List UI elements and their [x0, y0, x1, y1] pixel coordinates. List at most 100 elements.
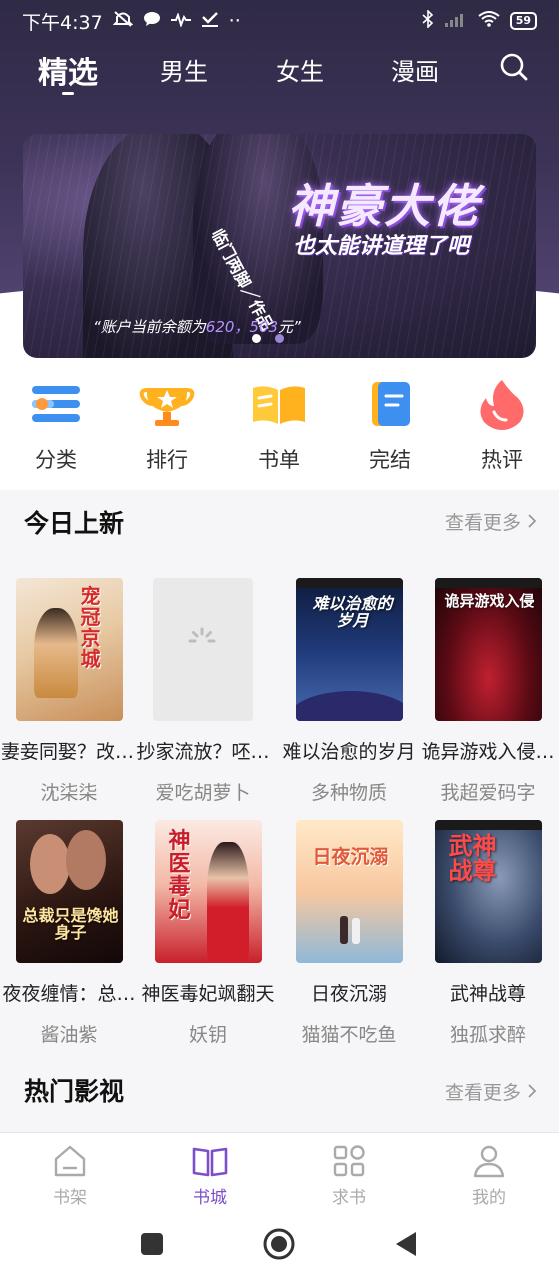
- open-book-icon: [192, 1143, 228, 1179]
- book-cover: 神医毒妃: [154, 820, 262, 963]
- book-author: 多种物质: [310, 782, 387, 804]
- quick-nav: 分类 排行 书单 完结 热评: [0, 360, 559, 490]
- download-done-icon: [201, 11, 219, 31]
- book-cover: [153, 578, 253, 721]
- book-card[interactable]: 抄家流放？呸… 爱吃胡萝卜: [135, 578, 271, 805]
- loading-spinner-icon: [187, 626, 217, 660]
- quick-nav-finished[interactable]: 完结: [350, 376, 430, 474]
- book-title: 夜夜缠情：总…: [2, 983, 136, 1005]
- bookshelf-icon: [52, 1143, 88, 1179]
- cover-title: 武神战尊: [448, 832, 497, 886]
- recent-apps-button[interactable]: [140, 1232, 164, 1260]
- book-title: 抄家流放？呸…: [136, 741, 270, 763]
- see-more-link[interactable]: 查看更多: [445, 1078, 537, 1105]
- banner-dot-active[interactable]: [252, 334, 261, 343]
- see-more-label: 查看更多: [444, 1082, 521, 1104]
- nav-bookstore[interactable]: 书城: [170, 1143, 250, 1208]
- cover-title: 总裁只是馋她身子: [22, 906, 119, 942]
- quick-nav-category[interactable]: 分类: [16, 376, 96, 474]
- book-title: 难以治愈的岁月: [282, 741, 416, 763]
- book-title: 日夜沉溺: [310, 983, 387, 1005]
- search-icon[interactable]: [499, 52, 529, 82]
- quick-nav-label: 书单: [258, 448, 300, 472]
- signal-icon: [444, 11, 468, 31]
- nav-label: 书架: [53, 1188, 87, 1208]
- cover-title: 难以治愈的岁月: [312, 594, 393, 630]
- book-cover: 武神战尊: [434, 820, 542, 963]
- status-bar: 下午4:37 ·· 59: [0, 0, 559, 42]
- flame-icon: [474, 376, 530, 432]
- book-cover: 宠冠京城: [15, 578, 123, 721]
- book-author: 我超爱码字: [440, 782, 536, 804]
- book-title: 妻妾同娶？改嫁…: [1, 741, 137, 763]
- today-new-section: 今日上新 查看更多 宠冠京城 妻妾同娶？改嫁… 沈柒柒 抄家流放？呸: [0, 490, 559, 1050]
- battery-indicator: 59: [509, 12, 537, 30]
- cover-title: 神医毒妃: [168, 829, 191, 924]
- quick-nav-label: 排行: [146, 448, 188, 472]
- book-author: 酱油紫: [40, 1024, 98, 1046]
- quick-nav-label: 热评: [481, 448, 523, 472]
- wifi-icon: [478, 11, 500, 31]
- tab-featured[interactable]: 精选: [38, 48, 98, 92]
- home-button[interactable]: [263, 1228, 295, 1264]
- nav-profile[interactable]: 我的: [449, 1143, 529, 1208]
- bluetooth-icon: [422, 9, 434, 32]
- book-cover: 难以治愈的岁月: [295, 578, 403, 721]
- book-card[interactable]: 神医毒妃 神医毒妃飒翻天 妖钥: [140, 820, 276, 1047]
- see-more-label: 查看更多: [444, 512, 521, 534]
- user-icon: [471, 1143, 507, 1179]
- book-title: 诡异游戏入侵…: [421, 741, 555, 763]
- top-tab-bar: 精选 男生 女生 漫画: [0, 44, 559, 98]
- quick-nav-label: 分类: [35, 448, 77, 472]
- back-button[interactable]: [394, 1230, 418, 1262]
- book-author: 爱吃胡萝卜: [155, 782, 251, 804]
- book-author: 妖钥: [188, 1024, 227, 1046]
- book-card[interactable]: 难以治愈的岁月 难以治愈的岁月 多种物质: [281, 578, 417, 805]
- quick-nav-label: 完结: [369, 448, 411, 472]
- active-tab-indicator: [62, 92, 74, 95]
- tab-male[interactable]: 男生: [160, 52, 208, 87]
- quick-nav-hot-comments[interactable]: 热评: [462, 376, 542, 474]
- banner-dot[interactable]: [275, 334, 284, 343]
- finished-book-icon: [362, 376, 418, 432]
- status-time: 下午4:37: [22, 11, 103, 34]
- nav-bookshelf[interactable]: 书架: [30, 1143, 110, 1208]
- tab-comics[interactable]: 漫画: [391, 52, 439, 87]
- category-icon: [28, 376, 84, 432]
- cover-title: 诡异游戏入侵: [444, 592, 535, 610]
- book-card[interactable]: 诡异游戏入侵 诡异游戏入侵… 我超爱码字: [420, 578, 556, 805]
- quick-nav-booklist[interactable]: 书单: [239, 376, 319, 474]
- section-title: 今日上新: [24, 509, 125, 538]
- book-card[interactable]: 武神战尊 武神战尊 独孤求醉: [420, 820, 556, 1047]
- book-card[interactable]: 宠冠京城 妻妾同娶？改嫁… 沈柒柒: [1, 578, 137, 805]
- mute-icon: [112, 10, 134, 32]
- book-title: 武神战尊: [449, 983, 526, 1005]
- section-title: 热门影视: [24, 1077, 125, 1106]
- banner-pagination: [252, 334, 284, 343]
- trophy-icon: [139, 376, 195, 432]
- book-author: 猫猫不吃鱼: [301, 1024, 397, 1046]
- book-card[interactable]: 日夜沉溺 日夜沉溺 猫猫不吃鱼: [281, 820, 417, 1047]
- promo-banner[interactable]: 神豪大佬 也太能讲道理了吧 临门两脚／作品 “账户当前余额为620，503元”: [23, 134, 536, 358]
- quick-nav-ranking[interactable]: 排行: [127, 376, 207, 474]
- nav-label: 求书: [332, 1188, 366, 1208]
- book-author: 独孤求醉: [449, 1024, 526, 1046]
- banner-subtitle: 也太能讲道理了吧: [293, 234, 470, 259]
- book-cover: 诡异游戏入侵: [434, 578, 542, 721]
- pulse-icon: [170, 11, 191, 31]
- banner-quote-prefix: “账户当前余额为: [93, 318, 206, 336]
- more-status-dots: ··: [228, 10, 241, 32]
- system-nav-bar: [0, 1214, 559, 1280]
- book-card[interactable]: 总裁只是馋她身子 夜夜缠情：总… 酱油紫: [1, 820, 137, 1047]
- book-title: 神医毒妃飒翻天: [141, 983, 275, 1005]
- grid-icon: [331, 1143, 367, 1179]
- see-more-link[interactable]: 查看更多: [445, 508, 537, 535]
- book-cover: 总裁只是馋她身子: [15, 820, 123, 963]
- booklist-icon: [251, 376, 307, 432]
- chevron-right-icon: [527, 1082, 537, 1104]
- hot-film-section: 热门影视 查看更多: [0, 1050, 559, 1132]
- chat-icon: [143, 11, 161, 31]
- tab-female[interactable]: 女生: [276, 52, 324, 87]
- nav-request-book[interactable]: 求书: [309, 1143, 389, 1208]
- nav-label: 我的: [472, 1188, 506, 1208]
